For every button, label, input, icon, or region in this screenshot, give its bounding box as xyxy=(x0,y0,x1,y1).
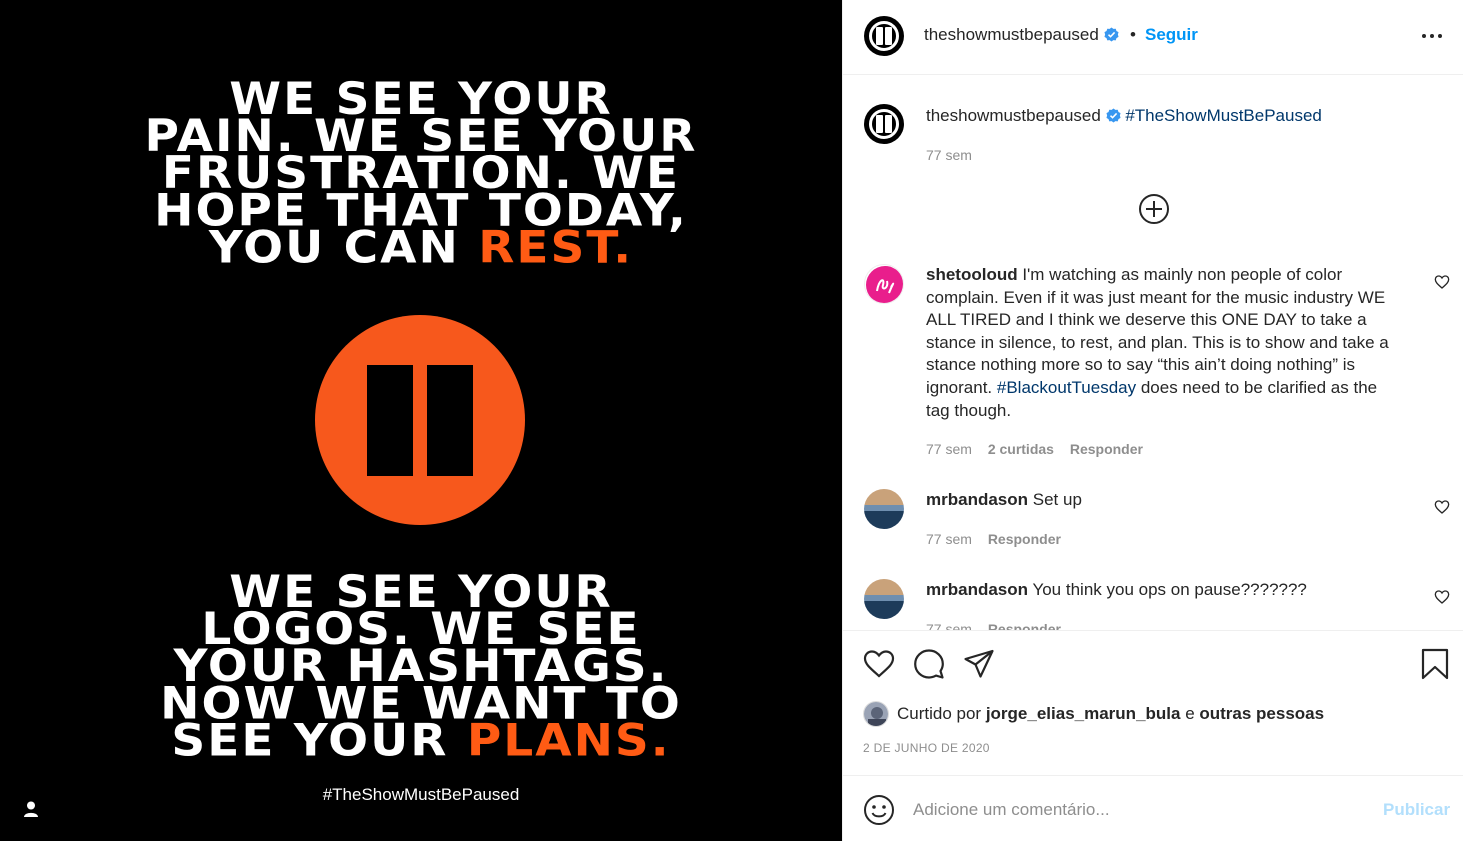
comment-input[interactable] xyxy=(913,796,1373,824)
comment-body: You think you ops on pause??????? xyxy=(1028,580,1307,599)
avatar[interactable] xyxy=(864,16,904,56)
post-actions: Curtido por jorge_elias_marun_bula e out… xyxy=(843,630,1463,775)
poster-line: SEE YOUR PLANS. xyxy=(0,718,842,763)
comment-avatar-shetooloud[interactable] xyxy=(864,264,904,304)
comment-meta: 77 sem Responder xyxy=(926,531,1073,547)
liked-by-avatar[interactable] xyxy=(863,701,889,727)
liked-by-conjunction: e xyxy=(1180,704,1200,723)
verified-badge-icon xyxy=(1104,27,1119,42)
post-header: theshowmustbepaused • Seguir xyxy=(843,0,1463,75)
pause-bar-right xyxy=(427,365,473,476)
poster-line-text: SEE YOUR xyxy=(171,714,467,767)
comment-bubble-icon[interactable] xyxy=(913,648,945,680)
comments-section[interactable]: theshowmustbepaused #TheShowMustBePaused… xyxy=(843,76,1463,630)
liked-by-others[interactable]: outras pessoas xyxy=(1199,704,1324,724)
avatar-bar xyxy=(885,27,892,45)
comment-meta: 77 sem 2 curtidas Responder xyxy=(926,441,1155,457)
comment-username[interactable]: mrbandason xyxy=(926,580,1028,599)
share-send-icon[interactable] xyxy=(963,648,995,680)
comment-hashtag[interactable]: #BlackoutTuesday xyxy=(997,378,1136,397)
caption-username[interactable]: theshowmustbepaused xyxy=(926,106,1101,125)
avatar-bar xyxy=(876,115,883,133)
reply-button[interactable]: Responder xyxy=(1070,441,1143,457)
header-dot: • xyxy=(1130,25,1136,44)
comment-time[interactable]: 77 sem xyxy=(926,531,972,547)
avatar-ring xyxy=(869,21,899,51)
comment-body: Set up xyxy=(1028,490,1082,509)
avatar-bar xyxy=(876,27,883,45)
follow-button[interactable]: Seguir xyxy=(1145,25,1198,45)
liked-by-user[interactable]: jorge_elias_marun_bula xyxy=(986,704,1181,724)
publish-button[interactable]: Publicar xyxy=(1383,800,1450,820)
post-image[interactable]: WE SEE YOUR PAIN. WE SEE YOUR FRUSTRATIO… xyxy=(0,0,842,841)
comment-likes[interactable]: 2 curtidas xyxy=(988,441,1054,457)
user-tag-icon[interactable] xyxy=(22,800,40,818)
poster-line: YOU CAN REST. xyxy=(0,225,842,270)
like-comment-heart-icon[interactable] xyxy=(1434,274,1450,290)
verified-badge-icon xyxy=(1106,108,1121,123)
post-side-panel: theshowmustbepaused • Seguir theshowmust… xyxy=(842,0,1463,841)
like-heart-icon[interactable] xyxy=(863,648,895,680)
comment-time[interactable]: 77 sem xyxy=(926,441,972,457)
header-username-text[interactable]: theshowmustbepaused xyxy=(924,25,1099,44)
pause-bar-left xyxy=(367,365,413,476)
comment-meta: 77 sem Responder xyxy=(926,621,1073,630)
comment-avatar-mrbandason[interactable] xyxy=(864,489,904,529)
caption-time[interactable]: 77 sem xyxy=(926,147,972,163)
poster-line-text: YOU CAN xyxy=(208,221,479,274)
liked-by-photo-avatar xyxy=(864,702,888,726)
caption-avatar[interactable] xyxy=(864,104,904,144)
save-bookmark-icon[interactable] xyxy=(1419,648,1451,680)
avatar-bar xyxy=(885,115,892,133)
caption-hashtag[interactable]: #TheShowMustBePaused xyxy=(1125,106,1322,125)
like-comment-heart-icon[interactable] xyxy=(1434,589,1450,605)
comment-avatar-mrbandason[interactable] xyxy=(864,579,904,619)
comment-text: mrbandason You think you ops on pause???… xyxy=(926,579,1401,602)
reply-button[interactable]: Responder xyxy=(988,531,1061,547)
emoji-icon[interactable] xyxy=(863,794,895,826)
liked-by: Curtido por jorge_elias_marun_bula e out… xyxy=(863,701,1324,727)
poster-headline-top: WE SEE YOUR PAIN. WE SEE YOUR FRUSTRATIO… xyxy=(0,77,842,270)
post-date[interactable]: 2 DE JUNHO DE 2020 xyxy=(863,741,990,755)
comment-time[interactable]: 77 sem xyxy=(926,621,972,630)
liked-by-prefix: Curtido por xyxy=(897,704,986,723)
poster-highlight-plans: PLANS. xyxy=(466,714,671,767)
like-comment-heart-icon[interactable] xyxy=(1434,499,1450,515)
load-more-comments-icon[interactable] xyxy=(1138,193,1170,225)
poster-headline-bottom: WE SEE YOUR LOGOS. WE SEE YOUR HASHTAGS.… xyxy=(0,570,842,763)
comment-text: mrbandason Set up xyxy=(926,489,1401,512)
comment-username[interactable]: shetooloud xyxy=(926,265,1018,284)
header-username[interactable]: theshowmustbepaused xyxy=(924,25,1119,45)
comment-username[interactable]: mrbandason xyxy=(926,490,1028,509)
comment-text: shetooloud I'm watching as mainly non pe… xyxy=(926,264,1401,422)
poster-highlight-rest: REST. xyxy=(478,221,634,274)
shetooloud-logo-icon xyxy=(866,266,903,303)
poster-hashtag: #TheShowMustBePaused xyxy=(322,785,520,804)
reply-button[interactable]: Responder xyxy=(988,621,1061,630)
caption: theshowmustbepaused #TheShowMustBePaused xyxy=(926,106,1322,126)
add-comment-bar: Publicar xyxy=(843,775,1463,841)
pause-logo-icon xyxy=(315,315,525,525)
avatar-ring xyxy=(869,109,899,139)
ocean-photo-avatar xyxy=(864,489,904,529)
ocean-photo-avatar xyxy=(864,579,904,619)
more-options-icon[interactable] xyxy=(1421,31,1443,41)
